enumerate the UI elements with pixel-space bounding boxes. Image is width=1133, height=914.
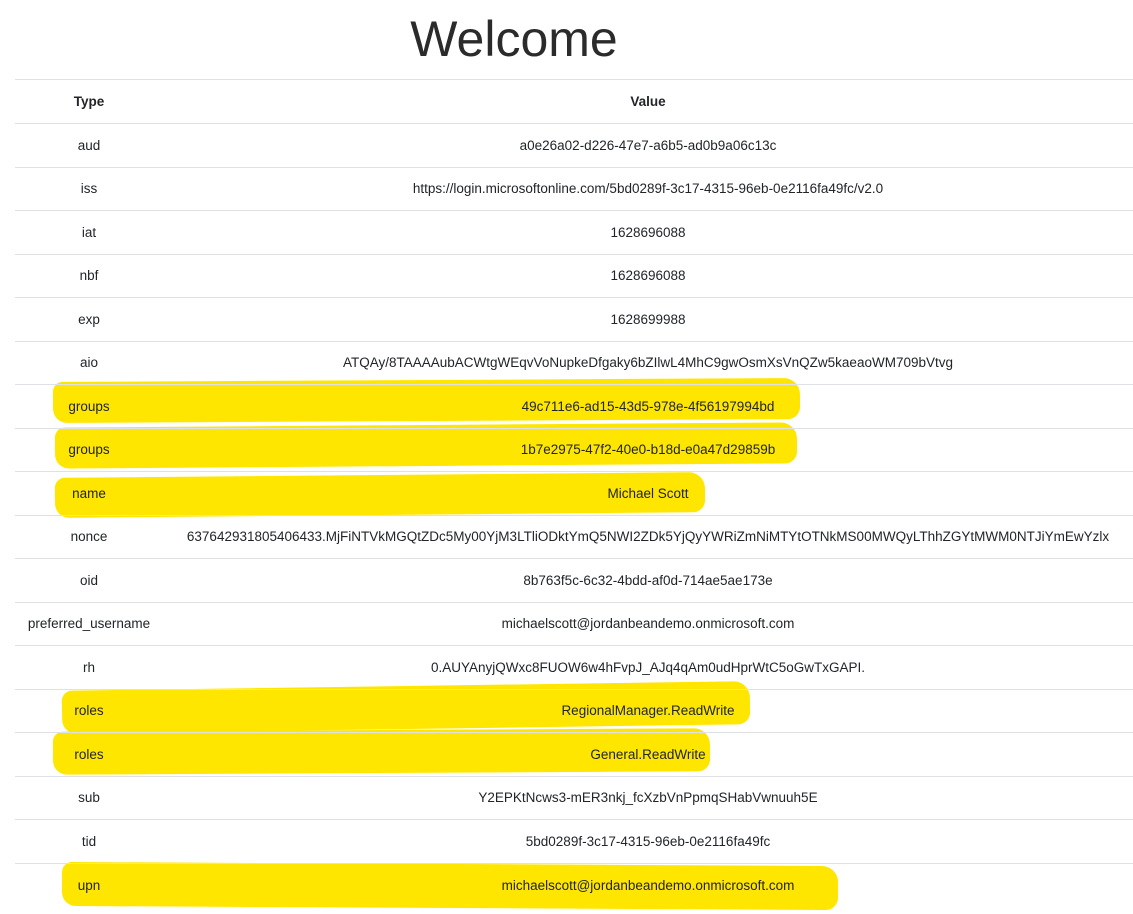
claim-value-cell: General.ReadWrite	[163, 732, 1133, 776]
table-row: name Michael Scott	[15, 471, 1133, 515]
claim-value-cell: 1628696088	[163, 210, 1133, 254]
claim-value-cell: 8b763f5c-6c32-4bdd-af0d-714ae5ae173e	[163, 558, 1133, 602]
claim-type-cell: roles	[15, 688, 163, 733]
claims-table: Type Value aud a0e26a02-d226-47e7-a6b5-ad…	[15, 79, 1133, 907]
claim-type-cell: roles	[15, 732, 163, 776]
table-row: tid 5bd0289f-3c17-4315-96eb-0e2116fa49fc	[15, 819, 1133, 863]
claim-type-cell: nonce	[15, 514, 163, 559]
claim-value-cell: Michael Scott	[163, 471, 1133, 515]
claim-value-cell: ATQAy/8TAAAAubACWtgWEqvVoNupkeDfgaky6bZI…	[163, 340, 1133, 385]
table-row: upn michaelscott@jordanbeandemo.onmicroso…	[15, 862, 1133, 907]
claim-value-cell: 49c711e6-ad15-43d5-978e-4f56197994bd	[163, 384, 1133, 428]
table-row: exp 1628699988	[15, 297, 1133, 341]
claim-value-cell: RegionalManager.ReadWrite	[163, 688, 1133, 733]
table-row: groups 49c711e6-ad15-43d5-978e-4f56197994…	[15, 384, 1133, 428]
claim-type-cell: rh	[15, 645, 163, 689]
table-row: nonce 637642931805406433.MjFiNTVkMGQtZDc5…	[15, 514, 1133, 559]
column-header-value: Value	[163, 79, 1133, 124]
table-row: nbf 1628696088	[15, 253, 1133, 298]
claim-type-cell: aud	[15, 123, 163, 167]
table-row: aud a0e26a02-d226-47e7-a6b5-ad0b9a06c13c	[15, 123, 1133, 167]
claim-value-cell: a0e26a02-d226-47e7-a6b5-ad0b9a06c13c	[163, 123, 1133, 167]
claim-type-cell: aio	[15, 340, 163, 385]
claim-type-cell: nbf	[15, 253, 163, 298]
claim-type-cell: iss	[15, 166, 163, 211]
page-title: Welcome	[410, 11, 618, 67]
table-row: iss https://login.microsoftonline.com/5bd…	[15, 166, 1133, 211]
table-row: roles RegionalManager.ReadWrite	[15, 688, 1133, 733]
claim-type-cell: upn	[15, 862, 163, 907]
table-row: rh 0.AUYAnyjQWxc8FUOW6w4hFvpJ_AJq4qAm0udH…	[15, 645, 1133, 689]
table-row: oid 8b763f5c-6c32-4bdd-af0d-714ae5ae173e	[15, 558, 1133, 602]
claim-value-cell: 0.AUYAnyjQWxc8FUOW6w4hFvpJ_AJq4qAm0udHpr…	[163, 645, 1133, 689]
table-header-row: Type Value	[15, 79, 1133, 124]
claim-value-cell: 5bd0289f-3c17-4315-96eb-0e2116fa49fc	[163, 819, 1133, 863]
claims-table-body: aud a0e26a02-d226-47e7-a6b5-ad0b9a06c13c i…	[15, 123, 1133, 907]
claim-type-cell: tid	[15, 819, 163, 863]
table-row: roles General.ReadWrite	[15, 732, 1133, 776]
table-row: aio ATQAy/8TAAAAubACWtgWEqvVoNupkeDfgaky6…	[15, 340, 1133, 385]
claim-value-cell: michaelscott@jordanbeandemo.onmicrosoft.…	[163, 862, 1133, 907]
claim-type-cell: groups	[15, 384, 163, 428]
claim-type-cell: iat	[15, 210, 163, 254]
claim-type-cell: sub	[15, 775, 163, 820]
claim-value-cell: 1628696088	[163, 253, 1133, 298]
claim-type-cell: groups	[15, 427, 163, 472]
table-row: sub Y2EPKtNcws3-mER3nkj_fcXzbVnPpmqSHabVw…	[15, 775, 1133, 820]
claim-value-cell: Y2EPKtNcws3-mER3nkj_fcXzbVnPpmqSHabVwnuu…	[163, 775, 1133, 820]
claim-type-cell: name	[15, 471, 163, 515]
claim-type-cell: preferred_username	[15, 601, 163, 646]
claim-value-cell: https://login.microsoftonline.com/5bd028…	[163, 166, 1133, 211]
claim-type-cell: oid	[15, 558, 163, 602]
claim-value-cell: 637642931805406433.MjFiNTVkMGQtZDc5My00Y…	[163, 514, 1133, 559]
column-header-type: Type	[15, 79, 163, 124]
claim-value-cell: 1b7e2975-47f2-40e0-b18d-e0a47d29859b	[163, 427, 1133, 472]
table-row: preferred_username michaelscott@jordanbea…	[15, 601, 1133, 646]
claim-type-cell: exp	[15, 297, 163, 341]
table-row: groups 1b7e2975-47f2-40e0-b18d-e0a47d2985…	[15, 427, 1133, 472]
claim-value-cell: michaelscott@jordanbeandemo.onmicrosoft.…	[163, 601, 1133, 646]
claim-value-cell: 1628699988	[163, 297, 1133, 341]
table-row: iat 1628696088	[15, 210, 1133, 254]
